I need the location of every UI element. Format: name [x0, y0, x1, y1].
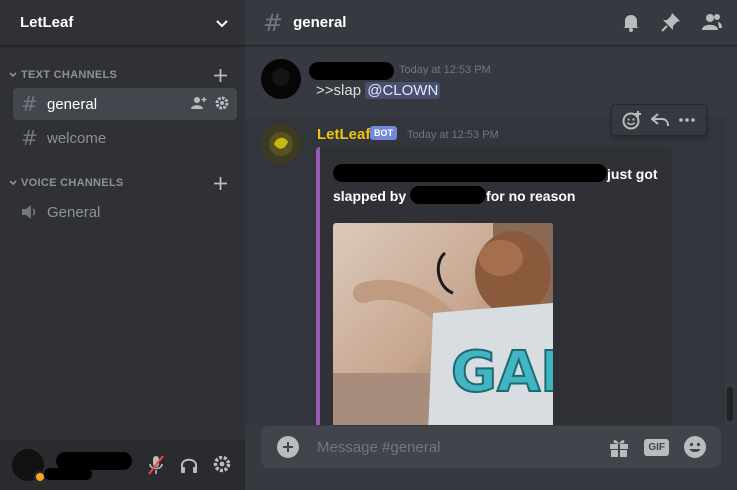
headphones-icon[interactable]	[179, 455, 199, 475]
channel-general[interactable]: # general	[13, 88, 237, 120]
emoji-icon[interactable]	[683, 435, 707, 459]
bell-icon[interactable]	[621, 12, 641, 32]
redacted-user	[333, 164, 607, 182]
server-header[interactable]: LetLeaf	[0, 0, 245, 46]
message-embed: just got slapped by for no reason GAI	[316, 147, 671, 425]
channel-title: general	[293, 14, 347, 31]
add-reaction-icon[interactable]	[622, 110, 642, 130]
members-icon[interactable]	[701, 12, 723, 32]
embed-text: just got	[607, 166, 658, 182]
gift-icon[interactable]	[608, 436, 630, 458]
message-input[interactable]	[317, 426, 597, 468]
hash-icon: #	[21, 126, 38, 150]
message-actions	[611, 104, 707, 136]
channel-label: General	[47, 203, 101, 221]
hash-icon: #	[263, 8, 284, 37]
caret-down-icon	[9, 180, 17, 186]
more-icon[interactable]	[678, 117, 696, 123]
embed-description: just got slapped by for no reason	[333, 163, 663, 207]
speaker-icon	[22, 205, 36, 219]
channel-welcome[interactable]: # welcome	[13, 122, 237, 154]
server-name: LetLeaf	[20, 14, 74, 31]
pin-icon[interactable]	[661, 12, 681, 32]
channel-label: welcome	[47, 129, 107, 147]
user-mention[interactable]: @CLOWN	[365, 82, 441, 99]
add-channel-icon[interactable]	[213, 66, 227, 84]
embed-text: slapped by	[333, 188, 407, 204]
timestamp: Today at 12:53 PM	[407, 129, 499, 141]
bot-tag: BOT	[370, 126, 397, 140]
category-voice-channels[interactable]: VOICE CHANNELS	[0, 174, 245, 192]
redacted-user	[410, 186, 487, 204]
message-list: Today at 12:53 PM >>slap @CLOWN LetLeaf …	[245, 47, 737, 425]
avatar[interactable]	[12, 449, 46, 483]
category-label: VOICE CHANNELS	[21, 177, 124, 189]
embed-text: for no reason	[486, 188, 576, 204]
category-label: TEXT CHANNELS	[21, 69, 118, 81]
caret-down-icon	[9, 72, 17, 78]
scrollbar-thumb[interactable]	[727, 387, 733, 421]
plus-icon	[283, 442, 293, 452]
channel-label: general	[47, 95, 98, 113]
gif-shirt-text: GAI	[451, 340, 553, 405]
message-content: >>slap @CLOWN	[316, 82, 441, 99]
hash-icon: #	[21, 92, 38, 116]
channel-sidebar: LetLeaf TEXT CHANNELS # general # welcom…	[0, 0, 245, 490]
user-panel	[0, 440, 245, 490]
embed-gif-image[interactable]: GAI	[333, 223, 553, 425]
add-attachment-button[interactable]	[277, 436, 299, 458]
category-text-channels[interactable]: TEXT CHANNELS	[0, 66, 245, 84]
chat-header: # general	[245, 0, 737, 46]
redacted-author	[309, 62, 394, 80]
mute-icon[interactable]	[147, 455, 165, 475]
avatar[interactable]	[261, 59, 301, 99]
gif-button[interactable]: GIF	[644, 438, 669, 456]
avatar[interactable]	[261, 124, 301, 164]
gear-icon[interactable]	[215, 96, 229, 110]
chevron-down-icon	[216, 19, 228, 27]
reply-icon[interactable]	[650, 112, 669, 128]
author-name[interactable]: LetLeaf	[317, 126, 370, 143]
gear-icon[interactable]	[213, 455, 231, 473]
redacted-usertag	[44, 468, 92, 480]
invite-icon[interactable]	[191, 96, 207, 110]
message-text: >>slap	[316, 82, 366, 99]
message-composer: GIF	[261, 426, 721, 468]
channel-voice-general[interactable]: General	[13, 196, 237, 228]
add-channel-icon[interactable]	[213, 174, 227, 192]
timestamp: Today at 12:53 PM	[399, 64, 491, 76]
